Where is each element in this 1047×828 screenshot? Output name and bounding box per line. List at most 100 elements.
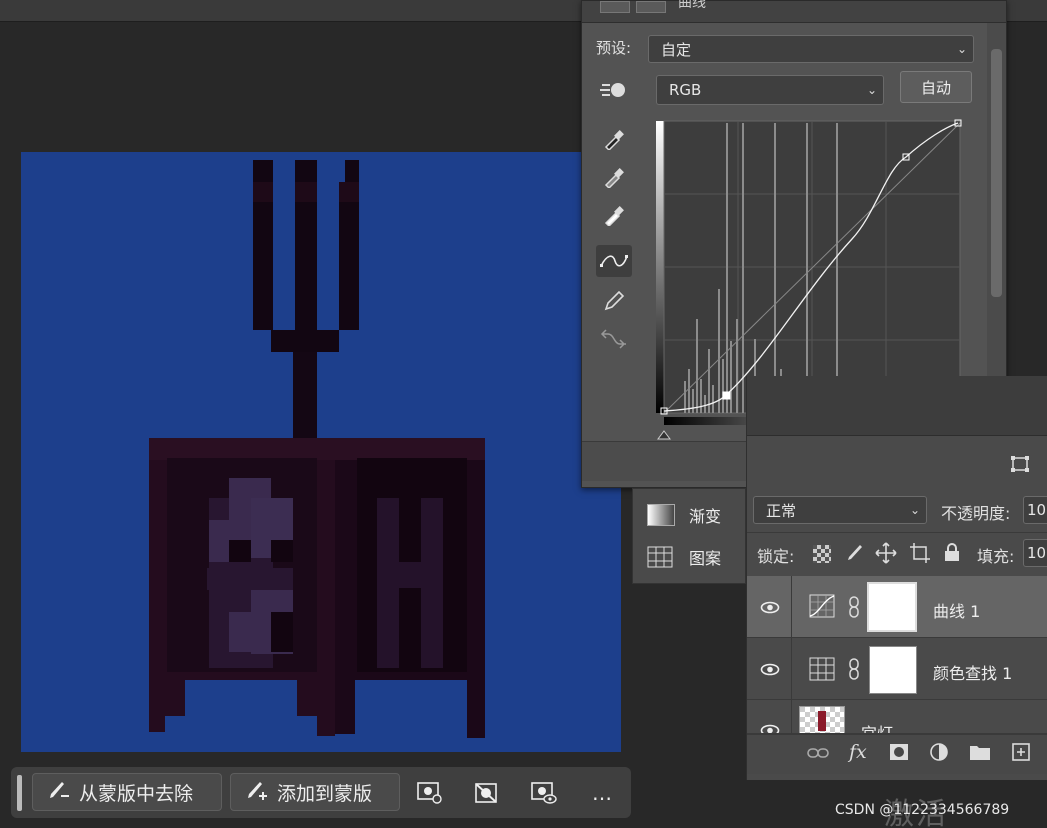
pixel-hook-right: [339, 182, 359, 330]
adjustment-label: 渐变: [689, 507, 722, 526]
lock-transparent-icon[interactable]: [813, 545, 831, 563]
layer-mask-thumbnail[interactable]: [867, 582, 917, 632]
row-divider: [791, 638, 792, 700]
subtract-from-mask-button[interactable]: 从蒙版中去除: [32, 773, 222, 811]
pixel-leg: [165, 680, 185, 716]
pixel-leg: [335, 680, 355, 734]
brush-minus-icon: [47, 780, 71, 805]
link-chain-icon[interactable]: [847, 658, 861, 680]
lock-brush-icon[interactable]: [845, 543, 865, 563]
pixel-shade: [295, 182, 317, 202]
white-point-eyedropper-icon[interactable]: [596, 199, 632, 231]
adjustment-label: 图案: [689, 549, 722, 568]
pencil-icon[interactable]: [596, 285, 632, 317]
more-options-icon[interactable]: …: [587, 779, 617, 807]
layer-row-pixel[interactable]: 宫灯: [747, 700, 1047, 734]
mask-settings-icon[interactable]: [415, 779, 445, 807]
adjustment-menu: 渐变 图案: [632, 488, 746, 584]
visibility-eye-icon[interactable]: [757, 720, 783, 733]
brush-plus-icon: [245, 780, 269, 805]
lock-move-icon[interactable]: [875, 542, 897, 564]
row-divider: [791, 700, 792, 733]
color-lookup-layer-icon: [809, 657, 835, 681]
pixel-pattern: [399, 562, 421, 588]
pixel-leg: [467, 680, 485, 738]
lock-row: 锁定: 填充: 100: [747, 532, 1047, 576]
adjustment-item-gradient[interactable]: 渐变: [633, 495, 747, 535]
black-point-eyedropper-icon[interactable]: [596, 123, 632, 155]
add-to-mask-button[interactable]: 添加到蒙版: [230, 773, 400, 811]
curves-layer-icon: [809, 594, 835, 618]
opacity-label: 不透明度:: [941, 504, 1011, 523]
mask-tab-icon[interactable]: [636, 1, 666, 13]
mask-icon[interactable]: [889, 743, 909, 761]
layer-row-color-lookup[interactable]: 颜色查找 1: [747, 638, 1047, 700]
fill-input[interactable]: 100: [1023, 539, 1047, 567]
adjustment-icon[interactable]: [929, 742, 951, 764]
curves-adjustment-icon[interactable]: [600, 1, 630, 13]
link-icon[interactable]: [807, 745, 829, 763]
opacity-input[interactable]: 100: [1023, 496, 1047, 524]
subtract-label: 从蒙版中去除: [79, 782, 194, 805]
preset-label: 预设:: [596, 39, 632, 57]
disable-mask-icon[interactable]: [471, 779, 501, 807]
gray-point-eyedropper-icon[interactable]: [596, 161, 632, 193]
new-layer-icon[interactable]: [1011, 742, 1031, 762]
toolbar-drag-handle[interactable]: [17, 775, 22, 811]
auto-button[interactable]: 自动: [900, 71, 972, 103]
visibility-eye-icon[interactable]: [757, 597, 783, 617]
lock-label: 锁定:: [757, 547, 795, 566]
layer-thumbnail[interactable]: [799, 706, 845, 733]
lock-all-icon[interactable]: [943, 542, 963, 564]
add-label: 添加到蒙版: [277, 782, 373, 805]
layer-name[interactable]: 颜色查找 1: [933, 660, 1012, 684]
pixel-leg: [149, 680, 165, 732]
visibility-eye-icon[interactable]: [757, 659, 783, 679]
fx-icon[interactable]: fx: [849, 741, 867, 763]
pixel-shade: [339, 182, 359, 202]
mask-contextual-toolbar: 从蒙版中去除 添加到蒙版 …: [11, 767, 631, 818]
chevron-down-icon: ⌄: [866, 83, 877, 97]
opacity-value: 100: [1027, 501, 1047, 519]
pixel-lantern-top: [149, 438, 485, 460]
pixel-pattern: [229, 612, 251, 652]
layers-panel-footer: fx: [747, 734, 1047, 774]
pixel-pattern: [207, 568, 293, 590]
transform-icon[interactable]: [1009, 454, 1035, 476]
channel-value: RGB: [669, 81, 702, 99]
scrollbar-thumb[interactable]: [991, 49, 1002, 297]
point-curve-tool-icon[interactable]: [596, 245, 632, 277]
panel-header: 曲线: [582, 0, 1006, 23]
layers-panel: 正常 ⌄ 不透明度: 100 锁定: 填充: 100: [746, 376, 1047, 780]
pixel-pattern: [229, 540, 251, 562]
document-canvas[interactable]: [21, 152, 621, 752]
preset-value: 自定: [661, 40, 692, 59]
smooth-curve-icon: [596, 323, 632, 355]
target-adjust-icon[interactable]: [598, 77, 628, 103]
blend-mode-select[interactable]: 正常 ⌄: [753, 496, 927, 524]
fill-value: 100: [1027, 544, 1047, 562]
fill-label: 填充:: [977, 547, 1015, 566]
chevron-down-icon: ⌄: [956, 42, 967, 56]
gradient-icon: [647, 504, 675, 526]
pixel-pattern: [421, 498, 443, 668]
row-divider: [791, 576, 792, 638]
layer-mask-thumbnail[interactable]: [869, 646, 917, 694]
folder-icon[interactable]: [969, 743, 991, 761]
layer-row-curves[interactable]: 曲线 1: [747, 576, 1047, 638]
view-mask-icon[interactable]: [529, 779, 559, 807]
pixel-pattern: [271, 540, 293, 562]
preset-select[interactable]: 自定 ⌄: [648, 35, 974, 63]
adjustment-item-pattern[interactable]: 图案: [633, 537, 747, 577]
pattern-icon: [647, 546, 675, 568]
pixel-leg: [317, 712, 335, 736]
layer-name[interactable]: 曲线 1: [933, 598, 980, 622]
panel-title: 曲线: [678, 0, 706, 11]
pixel-leg: [297, 680, 335, 716]
blend-mode-value: 正常: [766, 501, 797, 520]
pixel-pattern: [377, 498, 399, 668]
channel-select[interactable]: RGB ⌄: [656, 75, 884, 105]
lock-artboard-icon[interactable]: [909, 542, 931, 564]
link-chain-icon[interactable]: [847, 596, 861, 618]
layer-name[interactable]: 宫灯: [861, 720, 893, 733]
